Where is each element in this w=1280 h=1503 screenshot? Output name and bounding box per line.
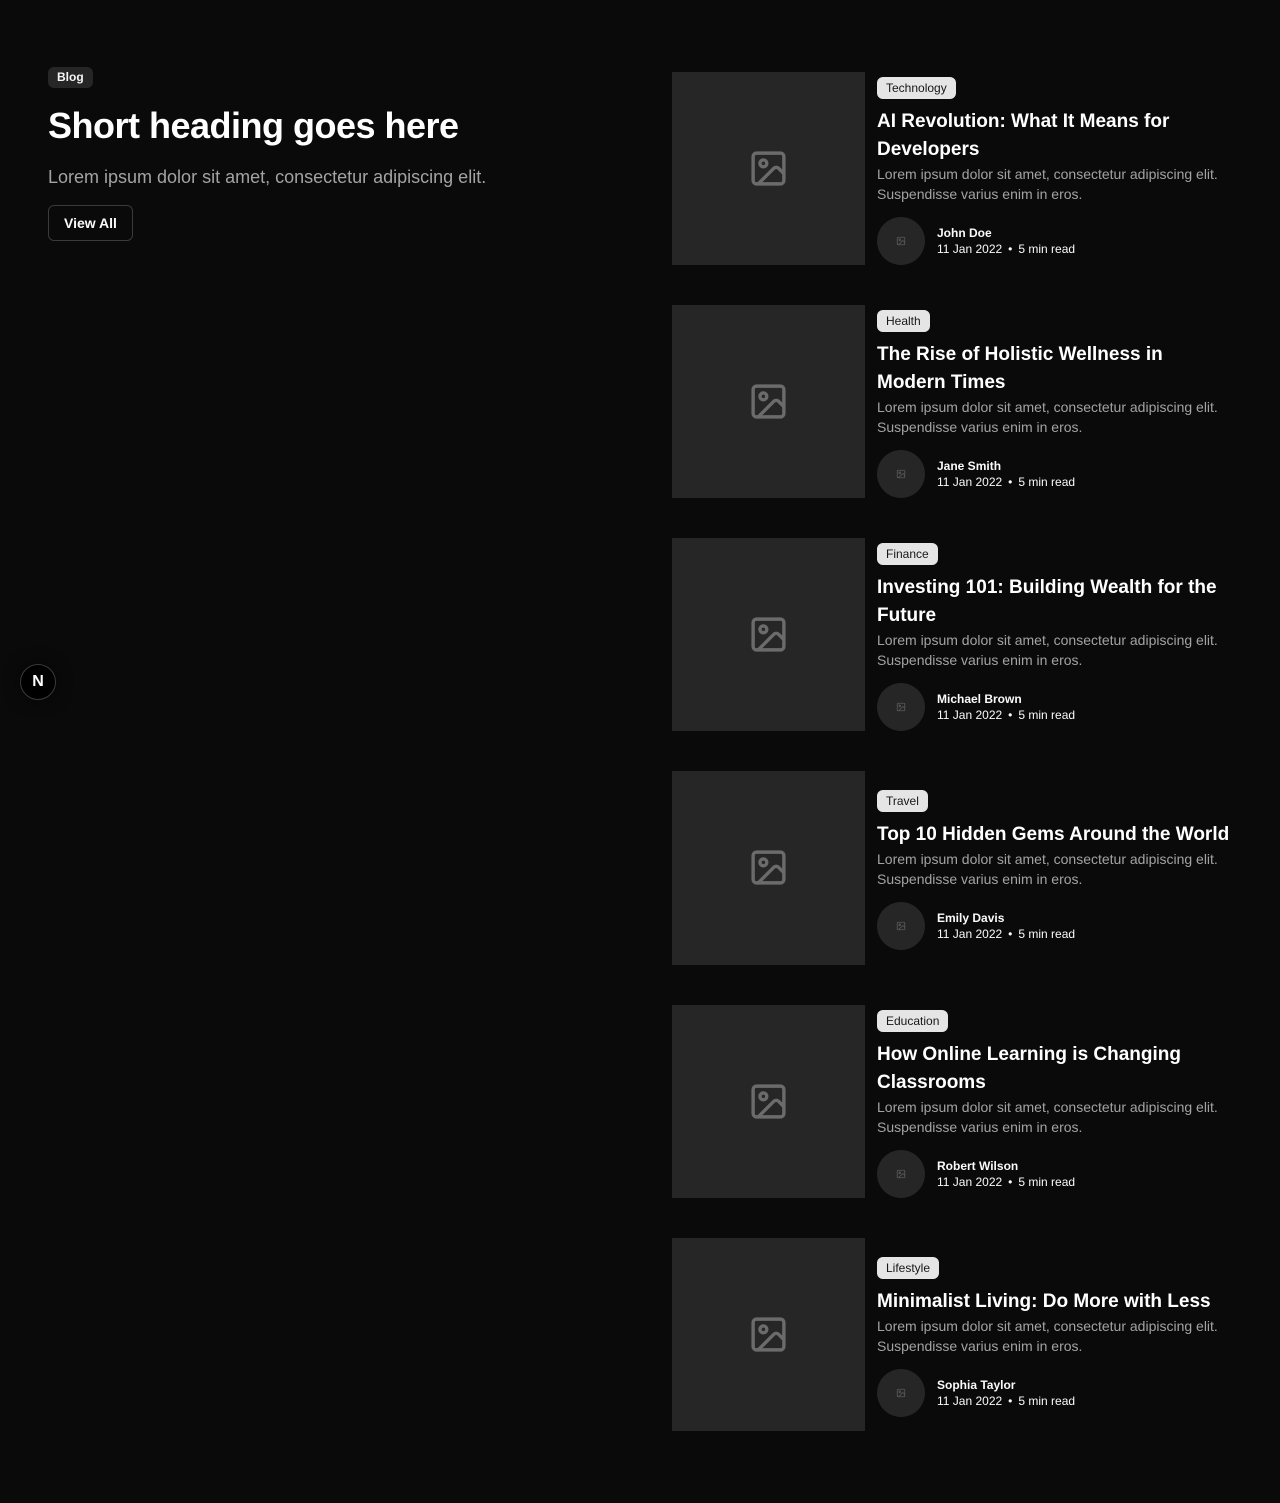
read-time: 5 min read [1018, 927, 1076, 941]
author-row: Jane Smith 11 Jan 2022 • 5 min read [877, 450, 1232, 498]
category-badge[interactable]: Finance [877, 543, 938, 565]
author-row: Robert Wilson 11 Jan 2022 • 5 min read [877, 1150, 1232, 1198]
avatar [877, 1150, 925, 1198]
post-thumbnail[interactable] [672, 1238, 865, 1431]
avatar [877, 217, 925, 265]
avatar [877, 450, 925, 498]
author-meta: John Doe 11 Jan 2022 • 5 min read [937, 225, 1075, 257]
post-description: Lorem ipsum dolor sit amet, consectetur … [877, 1318, 1218, 1354]
image-placeholder-icon [896, 702, 906, 712]
read-time: 5 min read [1018, 1394, 1076, 1408]
author-name: Robert Wilson [937, 1159, 1019, 1173]
author-meta: Sophia Taylor 11 Jan 2022 • 5 min read [937, 1377, 1075, 1409]
post-date: 11 Jan 2022 [937, 475, 1003, 489]
post-body: Travel Top 10 Hidden Gems Around the Wor… [877, 790, 1232, 950]
avatar [877, 683, 925, 731]
author-row: Michael Brown 11 Jan 2022 • 5 min read [877, 683, 1232, 731]
view-all-button[interactable]: View All [48, 205, 133, 241]
post-meta: 11 Jan 2022 • 5 min read [937, 1393, 1075, 1409]
post-title[interactable]: How Online Learning is Changing Classroo… [877, 1041, 1232, 1097]
post-date: 11 Jan 2022 [937, 242, 1003, 256]
category-badge[interactable]: Health [877, 310, 930, 332]
post-description: Lorem ipsum dolor sit amet, consectetur … [877, 399, 1218, 435]
image-placeholder-icon [751, 151, 786, 186]
meta-separator: • [1008, 708, 1013, 722]
dev-indicator-badge[interactable]: N [20, 664, 56, 700]
image-placeholder-icon [896, 469, 906, 479]
post-thumbnail[interactable] [672, 1005, 865, 1198]
post-body: Lifestyle Minimalist Living: Do More wit… [877, 1257, 1232, 1417]
category-badge[interactable]: Education [877, 1010, 949, 1032]
category-badge[interactable]: Technology [877, 77, 956, 99]
meta-separator: • [1008, 1394, 1013, 1408]
category-badge[interactable]: Travel [877, 790, 928, 812]
read-time: 5 min read [1018, 475, 1076, 489]
image-placeholder-icon [751, 384, 786, 419]
author-row: Emily Davis 11 Jan 2022 • 5 min read [877, 902, 1232, 950]
blog-page: Blog Short heading goes here Lorem ipsum… [0, 0, 1280, 1503]
post-title[interactable]: The Rise of Holistic Wellness in Modern … [877, 341, 1232, 397]
post-thumbnail[interactable] [672, 538, 865, 731]
post-meta: 11 Jan 2022 • 5 min read [937, 1174, 1075, 1190]
post-meta: 11 Jan 2022 • 5 min read [937, 926, 1075, 942]
post-date: 11 Jan 2022 [937, 927, 1003, 941]
post-title[interactable]: Investing 101: Building Wealth for the F… [877, 574, 1232, 630]
author-row: Sophia Taylor 11 Jan 2022 • 5 min read [877, 1369, 1232, 1417]
post-meta: 11 Jan 2022 • 5 min read [937, 474, 1075, 490]
author-row: John Doe 11 Jan 2022 • 5 min read [877, 217, 1232, 265]
image-placeholder-icon [751, 617, 786, 652]
post-title[interactable]: Minimalist Living: Do More with Less [877, 1288, 1232, 1316]
author-name: Sophia Taylor [937, 1378, 1016, 1392]
image-placeholder-icon [751, 1317, 786, 1352]
image-placeholder-icon [751, 1084, 786, 1119]
author-meta: Robert Wilson 11 Jan 2022 • 5 min read [937, 1158, 1075, 1190]
author-name: Michael Brown [937, 692, 1022, 706]
read-time: 5 min read [1018, 708, 1076, 722]
post-meta: 11 Jan 2022 • 5 min read [937, 707, 1075, 723]
meta-separator: • [1008, 242, 1013, 256]
post-description: Lorem ipsum dolor sit amet, consectetur … [877, 851, 1218, 887]
author-meta: Jane Smith 11 Jan 2022 • 5 min read [937, 458, 1075, 490]
post-date: 11 Jan 2022 [937, 1175, 1003, 1189]
post-description: Lorem ipsum dolor sit amet, consectetur … [877, 1099, 1218, 1135]
image-placeholder-icon [751, 850, 786, 885]
image-placeholder-icon [896, 921, 906, 931]
post-date: 11 Jan 2022 [937, 708, 1003, 722]
post-title[interactable]: Top 10 Hidden Gems Around the World [877, 821, 1232, 849]
post-description: Lorem ipsum dolor sit amet, consectetur … [877, 632, 1218, 668]
author-name: John Doe [937, 226, 992, 240]
post-date: 11 Jan 2022 [937, 1394, 1003, 1408]
post-body: Technology AI Revolution: What It Means … [877, 77, 1232, 265]
meta-separator: • [1008, 927, 1013, 941]
blog-intro: Blog Short heading goes here Lorem ipsum… [48, 67, 608, 241]
author-meta: Michael Brown 11 Jan 2022 • 5 min read [937, 691, 1075, 723]
post-description: Lorem ipsum dolor sit amet, consectetur … [877, 166, 1218, 202]
author-name: Emily Davis [937, 911, 1005, 925]
image-placeholder-icon [896, 236, 906, 246]
avatar [877, 902, 925, 950]
author-name: Jane Smith [937, 459, 1002, 473]
post-thumbnail[interactable] [672, 771, 865, 965]
section-tag: Blog [48, 67, 93, 88]
post-thumbnail[interactable] [672, 305, 865, 498]
category-badge[interactable]: Lifestyle [877, 1257, 940, 1279]
page-subtitle: Lorem ipsum dolor sit amet, consectetur … [48, 167, 487, 187]
meta-separator: • [1008, 1175, 1013, 1189]
avatar [877, 1369, 925, 1417]
read-time: 5 min read [1018, 1175, 1076, 1189]
meta-separator: • [1008, 475, 1013, 489]
image-placeholder-icon [896, 1388, 906, 1398]
post-thumbnail[interactable] [672, 72, 865, 265]
author-meta: Emily Davis 11 Jan 2022 • 5 min read [937, 910, 1075, 942]
post-body: Finance Investing 101: Building Wealth f… [877, 543, 1232, 731]
post-meta: 11 Jan 2022 • 5 min read [937, 241, 1075, 257]
post-body: Health The Rise of Holistic Wellness in … [877, 310, 1232, 498]
image-placeholder-icon [896, 1169, 906, 1179]
read-time: 5 min read [1018, 242, 1076, 256]
post-title[interactable]: AI Revolution: What It Means for Develop… [877, 108, 1232, 164]
post-body: Education How Online Learning is Changin… [877, 1010, 1232, 1198]
page-title: Short heading goes here [48, 105, 459, 146]
